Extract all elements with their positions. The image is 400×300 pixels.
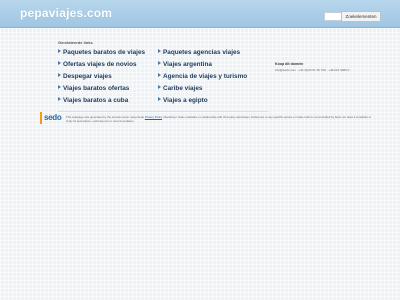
domain-title: pepaviajes.com xyxy=(20,6,113,20)
related-link[interactable]: Agencia de viajes y turismo xyxy=(158,73,247,80)
related-link-label: Despegar viajes xyxy=(63,73,112,80)
related-link-label: Viajes baratos a cuba xyxy=(63,97,129,104)
related-link[interactable]: Caribe viajes xyxy=(158,85,202,92)
related-link-label: Viajes a egipto xyxy=(163,97,208,104)
related-link-label: Paquetes agencias viajes xyxy=(163,49,241,56)
related-link[interactable]: Paquetes agencias viajes xyxy=(158,49,240,56)
related-link-label: Agencia de viajes y turismo xyxy=(163,73,248,80)
arrow-icon xyxy=(158,73,161,77)
related-link[interactable]: Paquetes baratos de viajes xyxy=(58,49,145,56)
arrow-icon xyxy=(158,61,161,65)
related-link[interactable]: Viajes a egipto xyxy=(158,97,208,104)
divider xyxy=(58,111,268,112)
related-link-label: Ofertas viajes de novios xyxy=(63,61,137,68)
related-link[interactable]: Viajes argentina xyxy=(158,61,212,68)
header-bar: pepaviajes.com Zoekelementen xyxy=(0,0,400,28)
arrow-icon xyxy=(58,97,61,101)
arrow-icon xyxy=(158,97,161,101)
sedo-logo[interactable]: sedo xyxy=(40,112,64,124)
related-link-label: Paquetes baratos de viajes xyxy=(63,49,146,56)
related-link[interactable]: Ofertas viajes de novios xyxy=(58,61,137,68)
arrow-icon xyxy=(58,73,61,77)
footer-disclaimer: This webpage was generated by the domain… xyxy=(66,115,376,123)
related-link[interactable]: Despegar viajes xyxy=(58,73,112,80)
sedo-logo-text: sedo xyxy=(44,113,62,122)
buy-domain-contact: info@sedo.com · +31 (0)20 51 36 700 · +4… xyxy=(275,68,350,72)
arrow-icon xyxy=(158,49,161,53)
arrow-icon xyxy=(58,61,61,65)
buy-domain-title: Koop dit domein xyxy=(275,62,304,66)
related-links-title: Gerelateerde links xyxy=(58,40,93,45)
arrow-icon xyxy=(58,85,61,89)
search-input[interactable] xyxy=(324,12,342,21)
related-link-label: Viajes baratos ofertas xyxy=(63,85,130,92)
privacy-policy-link[interactable]: Privacy Policy xyxy=(145,115,162,119)
related-link[interactable]: Viajes baratos a cuba xyxy=(58,97,128,104)
related-link-label: Viajes argentina xyxy=(163,61,212,68)
arrow-icon xyxy=(58,49,61,53)
page-background: pepaviajes.com Zoekelementen Gerelateerd… xyxy=(0,0,400,300)
related-link[interactable]: Viajes baratos ofertas xyxy=(58,85,129,92)
search-button[interactable]: Zoekelementen xyxy=(341,11,381,22)
arrow-icon xyxy=(158,85,161,89)
related-link-label: Caribe viajes xyxy=(163,85,203,92)
